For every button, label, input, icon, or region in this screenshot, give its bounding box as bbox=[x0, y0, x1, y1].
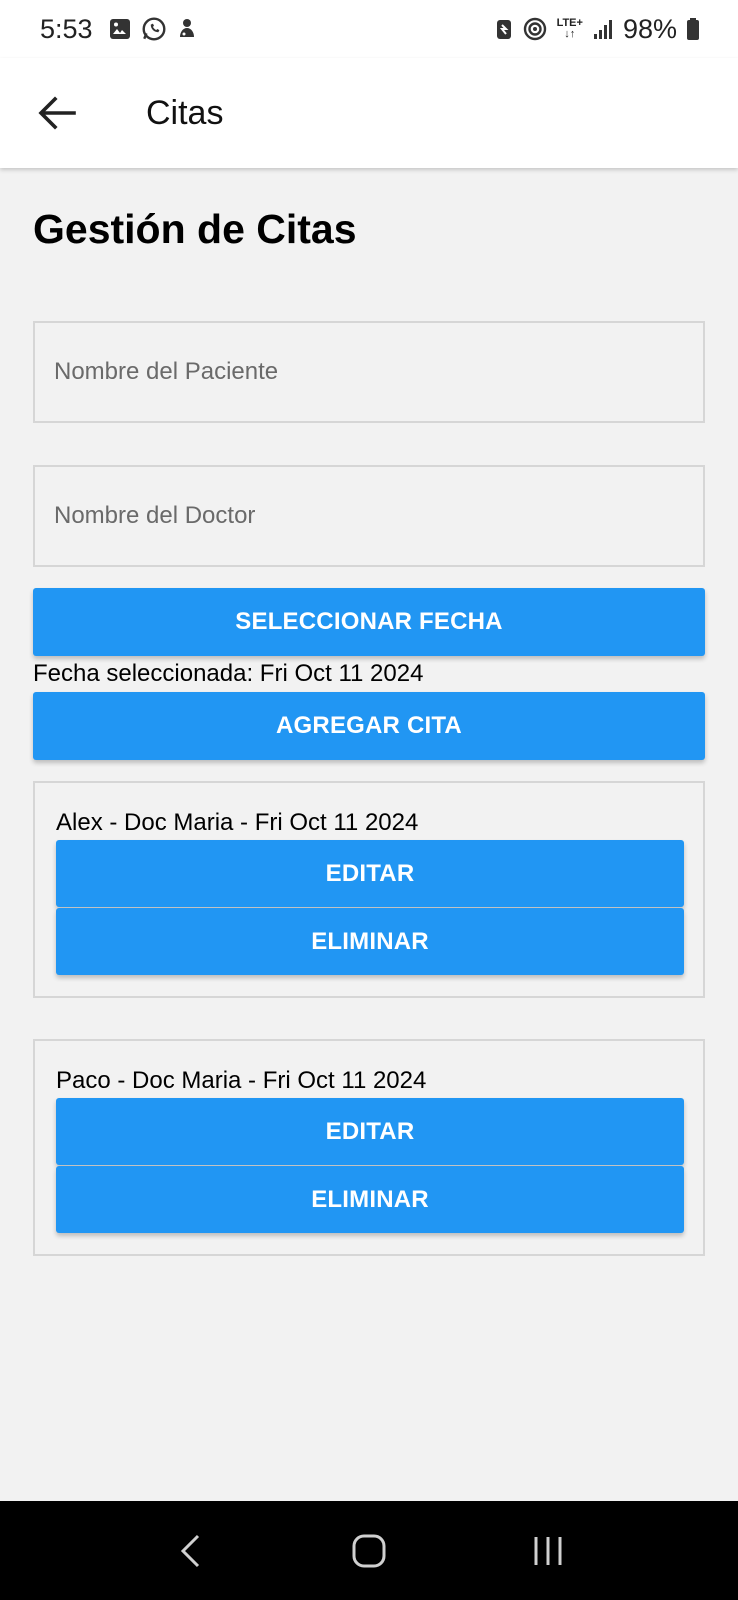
battery-percent: 98% bbox=[622, 13, 677, 44]
nav-recents-button[interactable] bbox=[513, 1516, 583, 1586]
page-title: Gestión de Citas bbox=[33, 206, 357, 252]
hotspot-icon bbox=[522, 16, 548, 42]
nav-back-button[interactable] bbox=[155, 1516, 225, 1586]
app-bar: Citas bbox=[0, 58, 738, 168]
status-bar: 5:53 LTE+ ↓↑ 98% bbox=[0, 0, 738, 58]
patient-field[interactable] bbox=[33, 321, 705, 423]
battery-saver-icon bbox=[495, 17, 513, 41]
status-right: LTE+ ↓↑ 98% bbox=[495, 14, 700, 45]
doctor-field[interactable] bbox=[33, 465, 705, 567]
recents-nav-icon bbox=[534, 1536, 562, 1565]
delete-button[interactable]: ELIMINAR bbox=[56, 908, 684, 975]
edit-button[interactable]: EDITAR bbox=[56, 1098, 684, 1165]
arrow-left-icon bbox=[38, 96, 76, 130]
patient-name-input[interactable] bbox=[54, 358, 703, 386]
add-appointment-button[interactable]: AGREGAR CITA bbox=[33, 692, 705, 760]
notification-icon bbox=[176, 17, 198, 41]
delete-button[interactable]: ELIMINAR bbox=[56, 1166, 684, 1233]
home-nav-icon bbox=[352, 1534, 386, 1567]
lte-arrows: ↓↑ bbox=[564, 28, 576, 40]
nav-home-button[interactable] bbox=[334, 1516, 404, 1586]
appointment-text: Paco - Doc Maria - Fri Oct 11 2024 bbox=[56, 1067, 427, 1094]
select-date-button[interactable]: SELECCIONAR FECHA bbox=[33, 588, 705, 656]
back-nav-icon bbox=[180, 1534, 199, 1567]
doctor-name-input[interactable] bbox=[54, 502, 703, 530]
appointment-card: Alex - Doc Maria - Fri Oct 11 2024 EDITA… bbox=[33, 781, 705, 998]
selected-date-text: Fecha seleccionada: Fri Oct 11 2024 bbox=[33, 660, 424, 687]
status-left: 5:53 bbox=[40, 14, 198, 45]
signal-icon bbox=[592, 18, 614, 40]
lte-icon: LTE+ ↓↑ bbox=[557, 18, 583, 40]
whatsapp-icon bbox=[141, 16, 167, 42]
appointment-card: Paco - Doc Maria - Fri Oct 11 2024 EDITA… bbox=[33, 1039, 705, 1256]
gallery-icon bbox=[108, 17, 132, 41]
back-button[interactable] bbox=[27, 83, 87, 143]
edit-button[interactable]: EDITAR bbox=[56, 840, 684, 907]
status-time: 5:53 bbox=[40, 13, 93, 44]
app-bar-title: Citas bbox=[146, 93, 224, 132]
system-nav-bar bbox=[0, 1501, 738, 1600]
battery-icon bbox=[686, 17, 700, 41]
appointment-text: Alex - Doc Maria - Fri Oct 11 2024 bbox=[56, 809, 419, 836]
